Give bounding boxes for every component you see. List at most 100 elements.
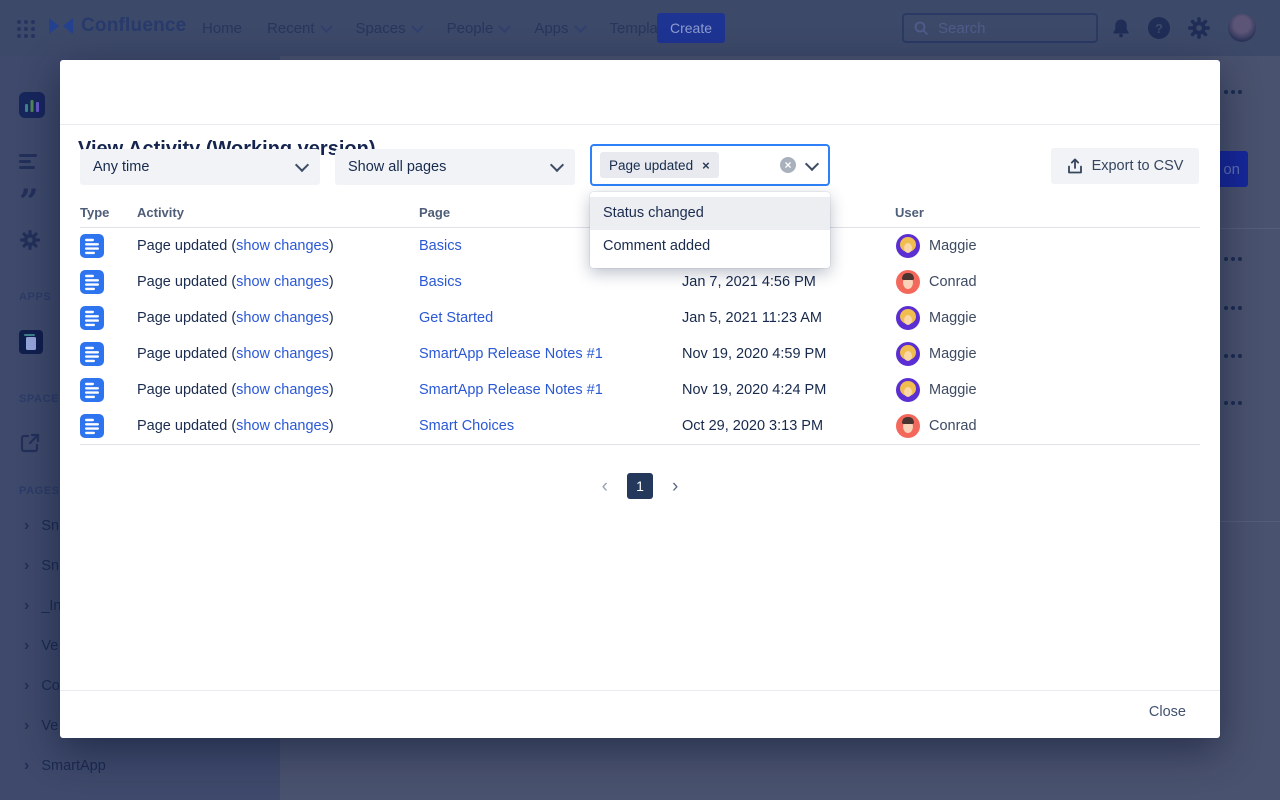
page-tree-item-smartapp[interactable]: SmartApp [24, 758, 106, 774]
page-tree-item[interactable]: Sn [24, 558, 59, 574]
show-changes-link[interactable]: show changes [236, 418, 329, 434]
pages-filter-select[interactable]: Show all pages [335, 149, 575, 185]
page-tree-item[interactable]: Ve [24, 638, 58, 654]
page-tree-item[interactable]: Sn [24, 518, 59, 534]
more-menu-icon[interactable] [1224, 401, 1242, 405]
page-link[interactable]: Get Started [419, 310, 493, 326]
external-link-icon[interactable] [19, 432, 41, 454]
previous-page-button[interactable] [602, 477, 608, 496]
show-changes-link[interactable]: show changes [236, 346, 329, 362]
user-name: Conrad [929, 418, 977, 434]
analytics-app-icon[interactable] [19, 92, 45, 118]
divider [60, 124, 1220, 125]
top-navbar: Confluence Home Recent Spaces People App… [0, 0, 1280, 56]
user-avatar [896, 378, 920, 402]
dropdown-option-comment-added[interactable]: Comment added [590, 230, 830, 263]
column-header-type: Type [80, 205, 109, 220]
activity-table-row: Page updated (show changes) SmartApp Rel… [60, 336, 1220, 372]
profile-avatar[interactable] [1228, 14, 1256, 42]
page-type-icon [80, 336, 104, 372]
page-link[interactable]: SmartApp Release Notes #1 [419, 346, 603, 362]
column-header-user: User [895, 205, 924, 220]
time-filter-select[interactable]: Any time [80, 149, 320, 185]
search-icon [913, 20, 929, 36]
help-icon[interactable] [1148, 17, 1170, 39]
nav-item-people[interactable]: People [447, 20, 510, 37]
confluence-wordmark: Confluence [81, 15, 186, 37]
page-tree-item[interactable]: _In [24, 598, 62, 614]
activity-date: Jan 5, 2021 11:23 AM [682, 300, 822, 336]
activity-text: Page updated (show changes) [137, 372, 334, 408]
page-link[interactable]: SmartApp Release Notes #1 [419, 382, 603, 398]
bell-icon[interactable] [1111, 18, 1131, 38]
activity-text: Page updated (show changes) [137, 408, 334, 444]
more-menu-icon[interactable] [1224, 354, 1242, 358]
more-menu-icon[interactable] [1224, 90, 1242, 94]
gear-icon[interactable] [1187, 16, 1211, 40]
activity-text: Page updated (show changes) [137, 336, 334, 372]
user-name: Maggie [929, 238, 977, 254]
quote-icon[interactable]: ” [19, 192, 39, 212]
user-cell: Maggie [896, 228, 977, 264]
user-avatar [896, 306, 920, 330]
activity-date: Nov 19, 2020 4:59 PM [682, 336, 826, 372]
export-csv-button[interactable]: Export to CSV [1051, 148, 1199, 184]
activity-filter-multiselect[interactable]: Page updated [590, 144, 830, 186]
user-cell: Maggie [896, 336, 977, 372]
user-avatar [896, 270, 920, 294]
activity-filter-tag: Page updated [600, 152, 719, 178]
tag-remove-icon[interactable] [702, 158, 710, 173]
space-settings-gear-icon[interactable] [19, 229, 41, 251]
pages-section-label: PAGES [19, 485, 60, 497]
divider [80, 444, 1200, 445]
chevron-down-icon [411, 20, 424, 33]
more-menu-icon[interactable] [1224, 257, 1242, 261]
activity-table-row: Page updated (show changes) Smart Choice… [60, 408, 1220, 444]
show-changes-link[interactable]: show changes [236, 310, 329, 326]
page-tree-item[interactable]: Co [24, 678, 60, 694]
nav-item-apps[interactable]: Apps [534, 20, 584, 37]
user-name: Maggie [929, 382, 977, 398]
chevron-down-icon[interactable] [805, 157, 819, 171]
overview-lines-icon[interactable] [19, 154, 37, 172]
show-changes-link[interactable]: show changes [236, 274, 329, 290]
more-menu-icon[interactable] [1224, 306, 1242, 310]
show-changes-link[interactable]: show changes [236, 238, 329, 254]
activity-table-row: Page updated (show changes) SmartApp Rel… [60, 372, 1220, 408]
doc-app-icon[interactable] [19, 330, 43, 354]
search-box[interactable] [902, 13, 1098, 43]
activity-table-row: Page updated (show changes) Basics Jan 7… [60, 264, 1220, 300]
next-page-button[interactable] [672, 477, 678, 496]
divider [60, 690, 1220, 691]
primary-nav: Home Recent Spaces People Apps Templates [202, 0, 678, 56]
show-changes-link[interactable]: show changes [236, 382, 329, 398]
close-button[interactable]: Close [1149, 704, 1186, 720]
user-avatar [896, 342, 920, 366]
app-switcher-icon[interactable] [17, 20, 35, 38]
dropdown-option-status-changed[interactable]: Status changed [590, 197, 830, 230]
column-header-page: Page [419, 205, 450, 220]
clear-icon[interactable] [780, 157, 796, 173]
current-page-button[interactable]: 1 [627, 473, 653, 499]
page-link[interactable]: Basics [419, 238, 462, 254]
nav-item-recent[interactable]: Recent [267, 20, 331, 37]
nav-item-spaces[interactable]: Spaces [356, 20, 422, 37]
user-cell: Maggie [896, 300, 977, 336]
page-link[interactable]: Basics [419, 274, 462, 290]
apps-section-label: APPS [19, 291, 51, 303]
activity-table-row: Page updated (show changes) Get Started … [60, 300, 1220, 336]
page-link[interactable]: Smart Choices [419, 418, 514, 434]
chevron-down-icon [498, 20, 511, 33]
confluence-logo[interactable]: Confluence [48, 15, 186, 37]
pagination: 1 [60, 472, 1220, 500]
activity-date: Nov 19, 2020 4:24 PM [682, 372, 826, 408]
chevron-down-icon [550, 158, 564, 172]
chevron-right-icon [24, 758, 29, 774]
chevron-right-icon [24, 638, 29, 654]
create-button[interactable]: Create [657, 13, 725, 43]
page-tree-item[interactable]: Ve [24, 718, 58, 734]
activity-filter-dropdown: Status changed Comment added [590, 192, 830, 268]
chevron-right-icon [24, 558, 29, 574]
nav-item-home[interactable]: Home [202, 20, 242, 37]
search-input[interactable] [936, 19, 1087, 38]
